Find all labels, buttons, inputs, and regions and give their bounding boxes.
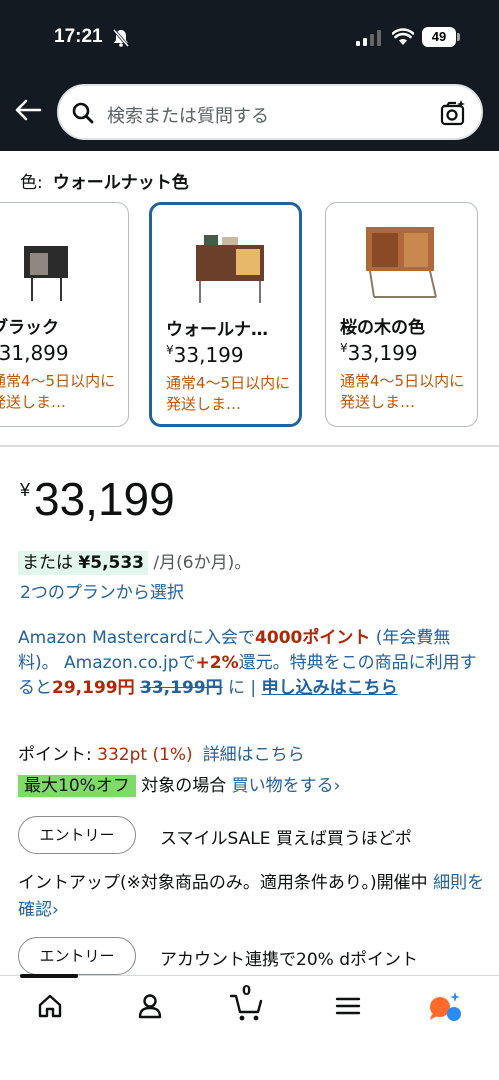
- apply-link[interactable]: 申し込みはこちら: [262, 678, 398, 698]
- points-details-link[interactable]: 詳細はこちら: [203, 745, 305, 765]
- points-value: 332pt (1%): [97, 745, 193, 765]
- installment-amount: ¥5,533: [78, 553, 145, 573]
- variant-shipping: 通常4～5日以内に発送しま…: [166, 374, 291, 413]
- points-row: ポイント: 332pt (1%) 詳細はこちら: [18, 745, 305, 765]
- installment-suffix: /月(6か月)。: [153, 553, 252, 573]
- variant-name: ブラック: [0, 318, 59, 338]
- search-input[interactable]: 検索または質問する: [107, 102, 269, 128]
- back-arrow-icon[interactable]: [14, 98, 42, 122]
- active-tab-indicator: [20, 974, 78, 978]
- rufus-assistant-icon[interactable]: [428, 992, 464, 1022]
- variant-shipping: 通常4～5日以内に発送しま…: [0, 372, 116, 411]
- color-label: 色:: [20, 173, 43, 193]
- header-bar: 17:21 49 検索または質問する: [0, 0, 499, 151]
- variant-card-black[interactable]: ブラック ¥31,899 通常4～5日以内に発送しま…: [0, 202, 129, 427]
- search-icon: [72, 102, 94, 124]
- signal-icon: [356, 30, 381, 46]
- bottom-nav: 0: [0, 974, 499, 1080]
- entry-button[interactable]: エントリー: [18, 816, 136, 854]
- variant-name: 桜の木の色: [340, 318, 425, 338]
- installment-row: または ¥5,533 /月(6か月)。: [18, 548, 252, 575]
- variant-card-cherry[interactable]: 桜の木の色 ¥33,199 通常4～5日以内に発送しま…: [325, 202, 478, 427]
- smile-sale-text: スマイルSALE 買えば買うほどポ: [160, 829, 412, 849]
- cart-icon[interactable]: [230, 992, 264, 1022]
- product-thumbnail-black: [24, 246, 68, 301]
- smile-sale-cont: イントアップ(※対象商品のみ。適用条件あり。)開催中 細則を確認›: [18, 873, 485, 920]
- battery-indicator: 49: [422, 27, 456, 47]
- variant-shipping: 通常4～5日以内に発送しま…: [340, 372, 465, 411]
- account-icon[interactable]: [136, 992, 164, 1020]
- battery-tip: [457, 33, 460, 41]
- variant-card-walnut[interactable]: ウォールナ… ¥33,199 通常4～5日以内に発送しま…: [149, 202, 302, 427]
- variant-price: ¥31,899: [0, 341, 69, 365]
- search-bar[interactable]: 検索または質問する: [57, 84, 483, 140]
- offer-row: 最大10%オフ 対象の場合 買い物をする›: [18, 771, 341, 797]
- variant-price: ¥33,199: [166, 343, 244, 367]
- plans-link[interactable]: 2つのプランから選択: [20, 578, 184, 603]
- variant-name: ウォールナ…: [166, 320, 268, 340]
- silent-bell-icon: [113, 29, 129, 47]
- status-time: 17:21: [54, 26, 103, 47]
- shop-link[interactable]: 買い物をする›: [232, 776, 341, 796]
- home-icon[interactable]: [36, 992, 64, 1020]
- discount-badge: 最大10%オフ: [18, 775, 136, 797]
- selected-color-name: ウォールナット色: [52, 173, 189, 193]
- product-thumbnail-walnut: [196, 235, 264, 303]
- color-label-row: 色: ウォールナット色: [20, 168, 189, 193]
- product-thumbnail-cherry: [366, 227, 437, 298]
- mastercard-promo[interactable]: Amazon Mastercardに入会で4000ポイント (年会費無料)。 A…: [18, 626, 480, 701]
- camera-lens-icon[interactable]: [439, 100, 467, 128]
- main-price: ¥33,199: [20, 473, 175, 525]
- variant-price: ¥33,199: [340, 341, 418, 365]
- installment-prefix: または: [22, 553, 73, 573]
- dpoint-text: アカウント連携で20% dポイント: [160, 950, 418, 970]
- section-divider: [0, 445, 499, 447]
- menu-icon[interactable]: [334, 992, 362, 1020]
- entry-button-2[interactable]: エントリー: [18, 937, 136, 975]
- wifi-icon: [392, 28, 414, 45]
